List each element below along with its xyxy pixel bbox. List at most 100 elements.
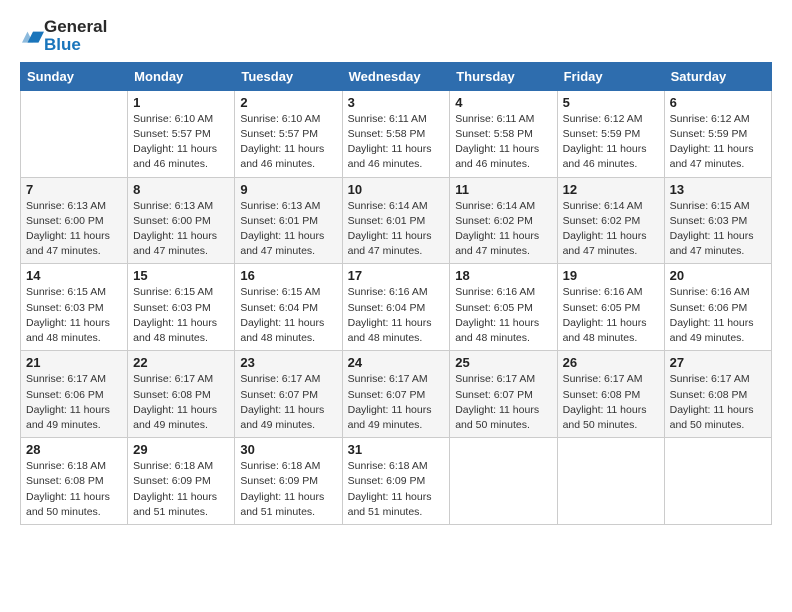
calendar-table: SundayMondayTuesdayWednesdayThursdayFrid… xyxy=(20,62,772,525)
day-info: Sunrise: 6:12 AMSunset: 5:59 PMDaylight:… xyxy=(563,112,659,173)
day-info: Sunrise: 6:18 AMSunset: 6:09 PMDaylight:… xyxy=(133,459,229,520)
day-cell xyxy=(21,90,128,177)
logo-general: General xyxy=(44,17,107,36)
day-info: Sunrise: 6:14 AMSunset: 6:02 PMDaylight:… xyxy=(563,199,659,260)
day-info: Sunrise: 6:18 AMSunset: 6:09 PMDaylight:… xyxy=(240,459,336,520)
day-info: Sunrise: 6:10 AMSunset: 5:57 PMDaylight:… xyxy=(240,112,336,173)
day-number: 10 xyxy=(348,182,445,197)
day-number: 31 xyxy=(348,442,445,457)
day-cell: 3Sunrise: 6:11 AMSunset: 5:58 PMDaylight… xyxy=(342,90,450,177)
day-cell: 2 Sunrise: 6:10 AMSunset: 5:57 PMDaylight… xyxy=(235,90,342,177)
day-info: Sunrise: 6:16 AMSunset: 6:05 PMDaylight:… xyxy=(563,285,659,346)
day-cell: 20Sunrise: 6:16 AMSunset: 6:06 PMDayligh… xyxy=(664,264,771,351)
day-cell: 28 Sunrise: 6:18 AMSunset: 6:08 PMDayligh… xyxy=(21,438,128,525)
day-number: 23 xyxy=(240,355,336,370)
day-info: Sunrise: 6:17 AMSunset: 6:07 PMDaylight:… xyxy=(455,372,551,433)
day-number: 28 xyxy=(26,442,122,457)
day-info: Sunrise: 6:17 AMSunset: 6:08 PMDaylight:… xyxy=(563,372,659,433)
day-info: Sunrise: 6:15 AMSunset: 6:04 PMDaylight:… xyxy=(240,285,336,346)
day-cell: 25 Sunrise: 6:17 AMSunset: 6:07 PMDayligh… xyxy=(450,351,557,438)
day-number: 5 xyxy=(563,95,659,110)
day-number: 20 xyxy=(670,268,766,283)
day-cell: 19 Sunrise: 6:16 AMSunset: 6:05 PMDayligh… xyxy=(557,264,664,351)
day-cell: 31 Sunrise: 6:18 AMSunset: 6:09 PMDayligh… xyxy=(342,438,450,525)
week-row-3: 14 Sunrise: 6:15 AMSunset: 6:03 PMDayligh… xyxy=(21,264,772,351)
day-cell: 26 Sunrise: 6:17 AMSunset: 6:08 PMDayligh… xyxy=(557,351,664,438)
day-cell: 12 Sunrise: 6:14 AMSunset: 6:02 PMDayligh… xyxy=(557,177,664,264)
day-info: Sunrise: 6:17 AMSunset: 6:07 PMDaylight:… xyxy=(348,372,445,433)
day-cell: 6 Sunrise: 6:12 AMSunset: 5:59 PMDaylight… xyxy=(664,90,771,177)
day-cell: 17Sunrise: 6:16 AMSunset: 6:04 PMDayligh… xyxy=(342,264,450,351)
day-cell: 15 Sunrise: 6:15 AMSunset: 6:03 PMDayligh… xyxy=(128,264,235,351)
day-number: 21 xyxy=(26,355,122,370)
day-number: 6 xyxy=(670,95,766,110)
day-info: Sunrise: 6:16 AMSunset: 6:05 PMDaylight:… xyxy=(455,285,551,346)
calendar-header-row: SundayMondayTuesdayWednesdayThursdayFrid… xyxy=(21,62,772,90)
day-number: 13 xyxy=(670,182,766,197)
week-row-1: 1 Sunrise: 6:10 AMSunset: 5:57 PMDaylight… xyxy=(21,90,772,177)
day-cell: 22 Sunrise: 6:17 AMSunset: 6:08 PMDayligh… xyxy=(128,351,235,438)
col-header-tuesday: Tuesday xyxy=(235,62,342,90)
day-cell: 4 Sunrise: 6:11 AMSunset: 5:58 PMDaylight… xyxy=(450,90,557,177)
logo-blue: Blue xyxy=(44,35,81,54)
day-number: 12 xyxy=(563,182,659,197)
day-info: Sunrise: 6:18 AMSunset: 6:08 PMDaylight:… xyxy=(26,459,122,520)
day-number: 30 xyxy=(240,442,336,457)
day-number: 15 xyxy=(133,268,229,283)
col-header-sunday: Sunday xyxy=(21,62,128,90)
day-number: 18 xyxy=(455,268,551,283)
day-info: Sunrise: 6:13 AMSunset: 6:00 PMDaylight:… xyxy=(133,199,229,260)
day-number: 9 xyxy=(240,182,336,197)
day-cell: 8 Sunrise: 6:13 AMSunset: 6:00 PMDaylight… xyxy=(128,177,235,264)
day-number: 19 xyxy=(563,268,659,283)
day-info: Sunrise: 6:11 AMSunset: 5:58 PMDaylight:… xyxy=(455,112,551,173)
week-row-4: 21Sunrise: 6:17 AMSunset: 6:06 PMDayligh… xyxy=(21,351,772,438)
day-info: Sunrise: 6:12 AMSunset: 5:59 PMDaylight:… xyxy=(670,112,766,173)
day-cell: 10 Sunrise: 6:14 AMSunset: 6:01 PMDayligh… xyxy=(342,177,450,264)
day-cell: 29 Sunrise: 6:18 AMSunset: 6:09 PMDayligh… xyxy=(128,438,235,525)
day-number: 7 xyxy=(26,182,122,197)
day-number: 24 xyxy=(348,355,445,370)
day-cell: 16 Sunrise: 6:15 AMSunset: 6:04 PMDayligh… xyxy=(235,264,342,351)
day-cell: 9 Sunrise: 6:13 AMSunset: 6:01 PMDaylight… xyxy=(235,177,342,264)
day-info: Sunrise: 6:16 AMSunset: 6:04 PMDaylight:… xyxy=(348,285,445,346)
day-number: 26 xyxy=(563,355,659,370)
day-number: 1 xyxy=(133,95,229,110)
day-number: 8 xyxy=(133,182,229,197)
col-header-friday: Friday xyxy=(557,62,664,90)
logo: General Blue xyxy=(20,18,107,54)
day-cell: 1 Sunrise: 6:10 AMSunset: 5:57 PMDaylight… xyxy=(128,90,235,177)
col-header-monday: Monday xyxy=(128,62,235,90)
day-number: 22 xyxy=(133,355,229,370)
day-number: 4 xyxy=(455,95,551,110)
day-number: 2 xyxy=(240,95,336,110)
day-info: Sunrise: 6:14 AMSunset: 6:02 PMDaylight:… xyxy=(455,199,551,260)
day-cell xyxy=(557,438,664,525)
day-number: 29 xyxy=(133,442,229,457)
day-cell: 21Sunrise: 6:17 AMSunset: 6:06 PMDayligh… xyxy=(21,351,128,438)
day-info: Sunrise: 6:10 AMSunset: 5:57 PMDaylight:… xyxy=(133,112,229,173)
day-info: Sunrise: 6:15 AMSunset: 6:03 PMDaylight:… xyxy=(670,199,766,260)
day-info: Sunrise: 6:17 AMSunset: 6:08 PMDaylight:… xyxy=(133,372,229,433)
day-info: Sunrise: 6:13 AMSunset: 6:00 PMDaylight:… xyxy=(26,199,122,260)
day-number: 14 xyxy=(26,268,122,283)
day-info: Sunrise: 6:15 AMSunset: 6:03 PMDaylight:… xyxy=(133,285,229,346)
day-cell: 7 Sunrise: 6:13 AMSunset: 6:00 PMDaylight… xyxy=(21,177,128,264)
day-info: Sunrise: 6:11 AMSunset: 5:58 PMDaylight:… xyxy=(348,112,445,173)
week-row-2: 7 Sunrise: 6:13 AMSunset: 6:00 PMDaylight… xyxy=(21,177,772,264)
col-header-wednesday: Wednesday xyxy=(342,62,450,90)
day-number: 27 xyxy=(670,355,766,370)
day-info: Sunrise: 6:18 AMSunset: 6:09 PMDaylight:… xyxy=(348,459,445,520)
day-info: Sunrise: 6:13 AMSunset: 6:01 PMDaylight:… xyxy=(240,199,336,260)
day-info: Sunrise: 6:14 AMSunset: 6:01 PMDaylight:… xyxy=(348,199,445,260)
day-cell xyxy=(450,438,557,525)
day-info: Sunrise: 6:15 AMSunset: 6:03 PMDaylight:… xyxy=(26,285,122,346)
day-cell: 14 Sunrise: 6:15 AMSunset: 6:03 PMDayligh… xyxy=(21,264,128,351)
week-row-5: 28 Sunrise: 6:18 AMSunset: 6:08 PMDayligh… xyxy=(21,438,772,525)
day-cell: 18 Sunrise: 6:16 AMSunset: 6:05 PMDayligh… xyxy=(450,264,557,351)
day-cell: 30 Sunrise: 6:18 AMSunset: 6:09 PMDayligh… xyxy=(235,438,342,525)
day-info: Sunrise: 6:17 AMSunset: 6:08 PMDaylight:… xyxy=(670,372,766,433)
day-cell xyxy=(664,438,771,525)
day-number: 16 xyxy=(240,268,336,283)
day-number: 25 xyxy=(455,355,551,370)
